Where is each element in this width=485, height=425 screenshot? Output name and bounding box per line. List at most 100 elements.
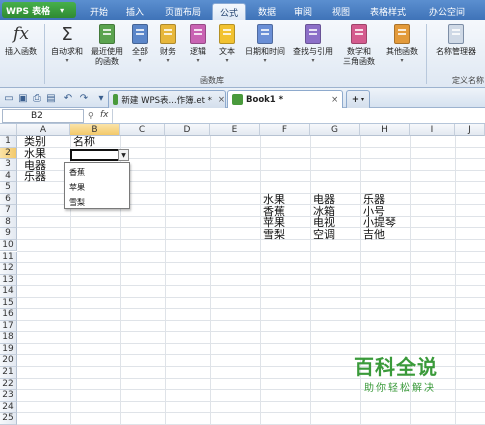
tab-review[interactable]: 审阅 [288, 3, 318, 20]
row-header-23[interactable]: 23 [0, 390, 17, 402]
print-preview-icon[interactable]: ▤ [45, 92, 57, 104]
row-header-12[interactable]: 12 [0, 263, 17, 275]
all-functions-button[interactable]: 全部 ▾ [128, 23, 152, 64]
print-icon[interactable]: ⎙ [31, 92, 43, 104]
cell-h9[interactable]: 吉他 [363, 228, 385, 241]
column-header-d[interactable]: D [165, 124, 210, 136]
title-bar: WPS 表格 ▾ 开始 插入 页面布局 公式 数据 审阅 视图 表格样式 办公空… [0, 0, 485, 20]
chevron-down-icon: ▼ [121, 151, 126, 159]
doc-tab-label: 新建 WPS表...作簿.et * [121, 95, 212, 106]
insert-function-label: 插入函数 [5, 47, 37, 56]
dropdown-option[interactable]: 香蕉 [69, 167, 85, 178]
datetime-button[interactable]: 日期和时间 ▾ [242, 23, 288, 64]
save-icon[interactable]: ▣ [17, 92, 29, 104]
column-header-g[interactable]: G [310, 124, 360, 136]
other-label: 其他函数 [386, 47, 418, 56]
row-header-21[interactable]: 21 [0, 367, 17, 379]
cell-g9[interactable]: 空调 [313, 228, 335, 241]
name-box[interactable]: B2 [2, 109, 84, 123]
tab-insert[interactable]: 插入 [120, 3, 150, 20]
grid-line [17, 412, 485, 414]
sigma-icon: Σ [61, 23, 73, 45]
logic-button[interactable]: 逻辑 ▾ [186, 23, 210, 64]
open-folder-icon[interactable]: ▭ [3, 92, 15, 104]
row-header-8[interactable]: 8 [0, 216, 17, 229]
row-header-16[interactable]: 16 [0, 309, 17, 321]
row-header-2[interactable]: 2 [0, 147, 17, 160]
tab-formulas[interactable]: 公式 [212, 3, 246, 20]
row-header-10[interactable]: 10 [0, 239, 17, 252]
insert-function-button[interactable]: fx 插入函数 [3, 23, 39, 57]
name-manager-button[interactable]: 名称管理器 [428, 23, 484, 57]
doc-tab-new-workbook[interactable]: 新建 WPS表...作簿.et * × [108, 90, 226, 108]
grid-line [17, 296, 485, 298]
column-header-c[interactable]: C [120, 124, 165, 136]
active-cell-b2[interactable] [70, 149, 120, 161]
formula-input[interactable] [112, 109, 483, 123]
row-header-1[interactable]: 1 [0, 136, 17, 148]
row-header-3[interactable]: 3 [0, 159, 17, 171]
autosum-button[interactable]: Σ 自动求和 ▾ [48, 23, 86, 65]
book-icon [130, 23, 150, 45]
finance-button[interactable]: 财务 ▾ [156, 23, 180, 64]
grid-line [165, 136, 166, 425]
watermark-logo: 百科全说 助你轻松解决 [342, 345, 460, 401]
customize-toolbar-icon[interactable]: ▾ [95, 92, 107, 104]
row-header-5[interactable]: 5 [0, 182, 17, 194]
dropdown-arrow-button[interactable]: ▼ [118, 149, 129, 161]
fx-icon[interactable]: fx [100, 110, 109, 120]
row-header-13[interactable]: 13 [0, 274, 17, 287]
text-book-icon [217, 23, 237, 45]
watermark-title: 百科全说 [354, 355, 438, 379]
row-header-25[interactable]: 25 [0, 413, 17, 425]
row-header-6[interactable]: 6 [0, 193, 17, 206]
close-icon[interactable]: × [331, 95, 338, 105]
column-header-i[interactable]: I [410, 124, 455, 136]
other-functions-button[interactable]: 其他函数 ▾ [382, 23, 422, 64]
cell-f9[interactable]: 雪梨 [263, 228, 285, 241]
app-logo: WPS 表格 [6, 6, 51, 17]
column-header-j[interactable]: J [455, 124, 485, 136]
tab-start[interactable]: 开始 [84, 3, 114, 20]
cell-b1[interactable]: 名称 [73, 135, 95, 148]
row-header-9[interactable]: 9 [0, 228, 17, 240]
undo-icon[interactable]: ↶ [62, 92, 74, 104]
grid-line [17, 262, 485, 264]
app-menu-button[interactable]: WPS 表格 ▾ [2, 2, 76, 18]
cell-a4[interactable]: 乐器 [24, 170, 46, 183]
column-header-f[interactable]: F [260, 124, 310, 136]
dropdown-option[interactable]: 雪梨 [69, 197, 85, 208]
row-header-7[interactable]: 7 [0, 205, 17, 217]
tab-page-layout[interactable]: 页面布局 [158, 3, 208, 20]
math-label-1: 数学和 [347, 47, 371, 56]
close-icon[interactable]: × [218, 95, 225, 105]
dropdown-option[interactable]: 苹果 [69, 182, 85, 193]
row-header-24[interactable]: 24 [0, 401, 17, 414]
recent-functions-button[interactable]: 最近使用 的函数 [88, 23, 126, 67]
column-header-e[interactable]: E [210, 124, 260, 136]
select-all-corner[interactable] [0, 124, 17, 136]
row-header-15[interactable]: 15 [0, 297, 17, 310]
redo-icon[interactable]: ↷ [78, 92, 90, 104]
math-button[interactable]: 数学和 三角函数 [338, 23, 380, 67]
row-header-17[interactable]: 17 [0, 320, 17, 333]
row-header-22[interactable]: 22 [0, 378, 17, 391]
tab-office-space[interactable]: 办公空间 [420, 3, 474, 20]
lookup-button[interactable]: 查找与引用 ▾ [290, 23, 336, 64]
recent-label-1: 最近使用 [91, 47, 123, 56]
tab-data[interactable]: 数据 [252, 3, 282, 20]
zoom-lookup-icon[interactable]: ⚲ [88, 111, 94, 120]
tab-table-style[interactable]: 表格样式 [362, 3, 414, 20]
row-header-4[interactable]: 4 [0, 170, 17, 183]
row-header-20[interactable]: 20 [0, 355, 17, 367]
row-header-11[interactable]: 11 [0, 251, 17, 264]
text-button[interactable]: 文本 ▾ [215, 23, 239, 64]
row-header-18[interactable]: 18 [0, 332, 17, 344]
tab-view[interactable]: 视图 [326, 3, 356, 20]
row-header-19[interactable]: 19 [0, 343, 17, 356]
column-header-h[interactable]: H [360, 124, 410, 136]
new-tab-button[interactable]: + ▾ [346, 90, 370, 108]
row-header-14[interactable]: 14 [0, 286, 17, 298]
doc-tab-book1[interactable]: Book1 * × [227, 90, 343, 108]
spreadsheet-icon [113, 94, 119, 105]
